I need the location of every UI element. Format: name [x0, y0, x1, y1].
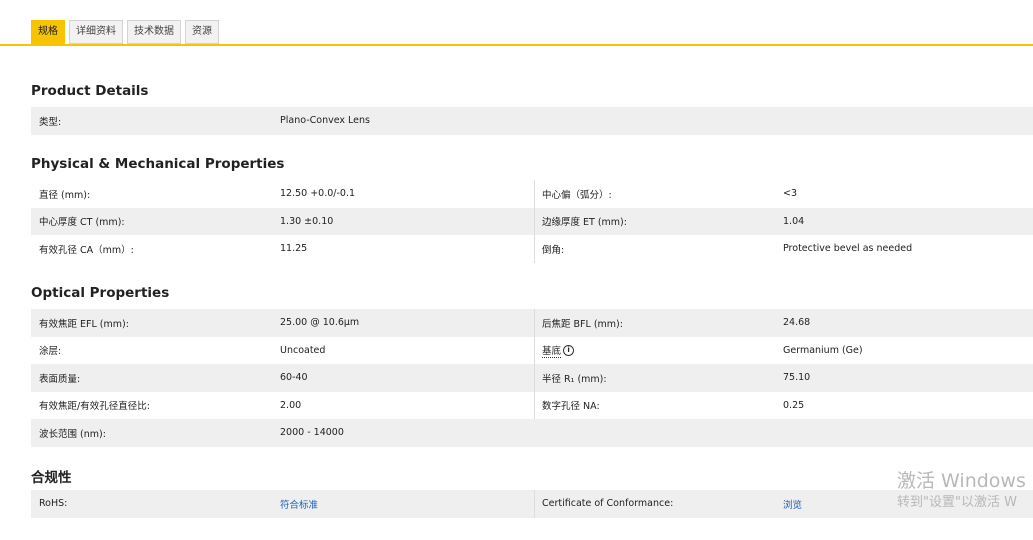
spec-label: 边缘厚度 ET (mm):	[534, 207, 783, 235]
tab-bar: 规格 详细资料 技术数据 资源	[0, 0, 1033, 46]
spec-label: 表面质量:	[39, 373, 81, 385]
spec-value: 75.10	[783, 372, 811, 384]
watermark-subtitle: 转到"设置"以激活 W	[897, 495, 1017, 510]
spec-label: 有效孔径 CA（mm）:	[39, 244, 134, 256]
tab-specifications[interactable]: 规格	[31, 20, 65, 44]
spec-label: 中心偏（弧分）:	[534, 180, 783, 208]
spec-label: 倒角:	[534, 235, 783, 263]
spec-value: Uncoated	[280, 344, 326, 356]
section-title: 合规性	[31, 470, 72, 486]
spec-label: Certificate of Conformance:	[534, 490, 783, 518]
spec-row: 有效焦距 EFL (mm): 25.00 @ 10.6μm 后焦距 BFL (m…	[31, 309, 1033, 337]
spec-row: 表面质量: 60-40 半径 R₁ (mm): 75.10	[31, 364, 1033, 392]
substrate-label-cell: 基底 i	[534, 336, 783, 364]
substrate-label[interactable]: 基底	[542, 343, 562, 358]
info-icon[interactable]: i	[563, 344, 575, 356]
spec-value: Germanium (Ge)	[783, 344, 863, 356]
section-title: Physical & Mechanical Properties	[31, 156, 285, 172]
spec-label: 波长范围 (nm):	[39, 428, 106, 440]
spec-label: 半径 R₁ (mm):	[534, 364, 783, 392]
spec-value: 12.50 +0.0/-0.1	[280, 188, 356, 200]
tab-resources[interactable]: 资源	[185, 20, 219, 44]
spec-row: 有效孔径 CA（mm）: 11.25 倒角: Protective bevel …	[31, 235, 1033, 263]
spec-row: 中心厚度 CT (mm): 1.30 ±0.10 边缘厚度 ET (mm): 1…	[31, 207, 1033, 235]
spec-row: 涂层: Uncoated 基底 i Germanium (Ge)	[31, 336, 1033, 364]
spec-value: 1.04	[783, 215, 805, 227]
product-details-section: Product Details 类型: Plano-Convex Lens	[31, 81, 1033, 135]
tab-list: 规格 详细资料 技术数据 资源	[31, 20, 219, 44]
optical-properties-section: Optical Properties 有效焦距 EFL (mm): 25.00 …	[31, 283, 1033, 447]
spec-value: 1.30 ±0.10	[280, 215, 334, 227]
spec-value: 24.68	[783, 317, 811, 329]
spec-row: 波长范围 (nm): 2000 - 14000	[31, 419, 1033, 447]
spec-label: 数字孔径 NA:	[534, 391, 783, 419]
watermark-title: 激活 Windows	[897, 470, 1026, 492]
tab-technical-data[interactable]: 技术数据	[127, 20, 181, 44]
tab-details[interactable]: 详细资料	[69, 20, 123, 44]
certificate-view-link[interactable]: 浏览	[783, 500, 802, 511]
spec-label: 有效焦距/有效孔径直径比:	[39, 401, 150, 413]
tab-underline	[0, 44, 1033, 46]
spec-value: <3	[783, 188, 798, 200]
spec-row: RoHS: 符合标准 Certificate of Conformance: 浏…	[31, 490, 1033, 518]
windows-activation-watermark: 激活 Windows 转到"设置"以激活 W	[897, 470, 1026, 512]
spec-value: 2.00	[280, 399, 302, 411]
spec-label: 中心厚度 CT (mm):	[39, 217, 125, 229]
spec-label: RoHS:	[39, 498, 68, 510]
spec-row: 直径 (mm): 12.50 +0.0/-0.1 中心偏（弧分）: <3	[31, 180, 1033, 208]
rohs-compliant-link[interactable]: 符合标准	[280, 500, 318, 511]
spec-row: 有效焦距/有效孔径直径比: 2.00 数字孔径 NA: 0.25	[31, 391, 1033, 419]
spec-value: 60-40	[280, 372, 308, 384]
spec-row: 类型: Plano-Convex Lens	[31, 107, 1033, 135]
spec-label: 直径 (mm):	[39, 189, 91, 201]
spec-value: 25.00 @ 10.6μm	[280, 317, 360, 329]
spec-value: 11.25	[280, 243, 308, 255]
spec-value: Plano-Convex Lens	[280, 115, 370, 127]
spec-value: 0.25	[783, 399, 805, 411]
spec-value: Protective bevel as needed	[783, 243, 913, 255]
spec-label: 有效焦距 EFL (mm):	[39, 318, 129, 330]
spec-label: 涂层:	[39, 346, 62, 358]
section-title: Optical Properties	[31, 285, 170, 301]
compliance-section: 合规性 RoHS: 符合标准 Certificate of Conformanc…	[31, 468, 1033, 518]
spec-value: 2000 - 14000	[280, 427, 344, 439]
physical-properties-section: Physical & Mechanical Properties 直径 (mm)…	[31, 154, 1033, 263]
spec-label: 类型:	[39, 116, 62, 128]
section-title: Product Details	[31, 83, 149, 99]
spec-label: 后焦距 BFL (mm):	[534, 309, 783, 337]
